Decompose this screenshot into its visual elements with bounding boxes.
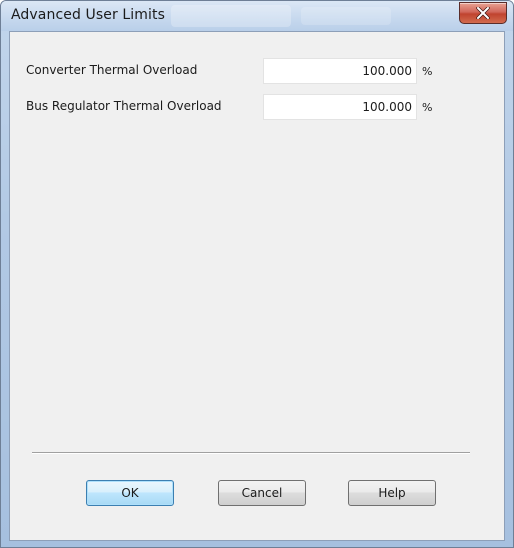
- help-button[interactable]: Help: [348, 480, 436, 506]
- button-separator: [32, 452, 470, 454]
- title-bar[interactable]: Advanced User Limits: [1, 1, 513, 31]
- converter-thermal-overload-row: Converter Thermal Overload 100.000 %: [10, 58, 504, 84]
- converter-thermal-overload-unit: %: [422, 65, 433, 78]
- titlebar-background-blur: [171, 5, 291, 27]
- close-button[interactable]: [459, 2, 507, 24]
- converter-thermal-overload-input[interactable]: 100.000: [263, 58, 417, 84]
- close-icon: [476, 7, 490, 19]
- bus-regulator-thermal-overload-unit: %: [422, 101, 433, 114]
- titlebar-background-blur: [301, 7, 391, 25]
- bus-regulator-thermal-overload-input[interactable]: 100.000: [263, 94, 417, 120]
- bus-regulator-thermal-overload-label: Bus Regulator Thermal Overload: [26, 99, 222, 113]
- bus-regulator-thermal-overload-row: Bus Regulator Thermal Overload 100.000 %: [10, 94, 504, 120]
- cancel-button[interactable]: Cancel: [218, 480, 306, 506]
- ok-button[interactable]: OK: [86, 480, 174, 506]
- dialog-client-area: Converter Thermal Overload 100.000 % Bus…: [9, 31, 505, 541]
- dialog-window: Advanced User Limits Converter Thermal O…: [0, 0, 514, 548]
- window-title: Advanced User Limits: [11, 7, 165, 23]
- converter-thermal-overload-label: Converter Thermal Overload: [26, 63, 198, 77]
